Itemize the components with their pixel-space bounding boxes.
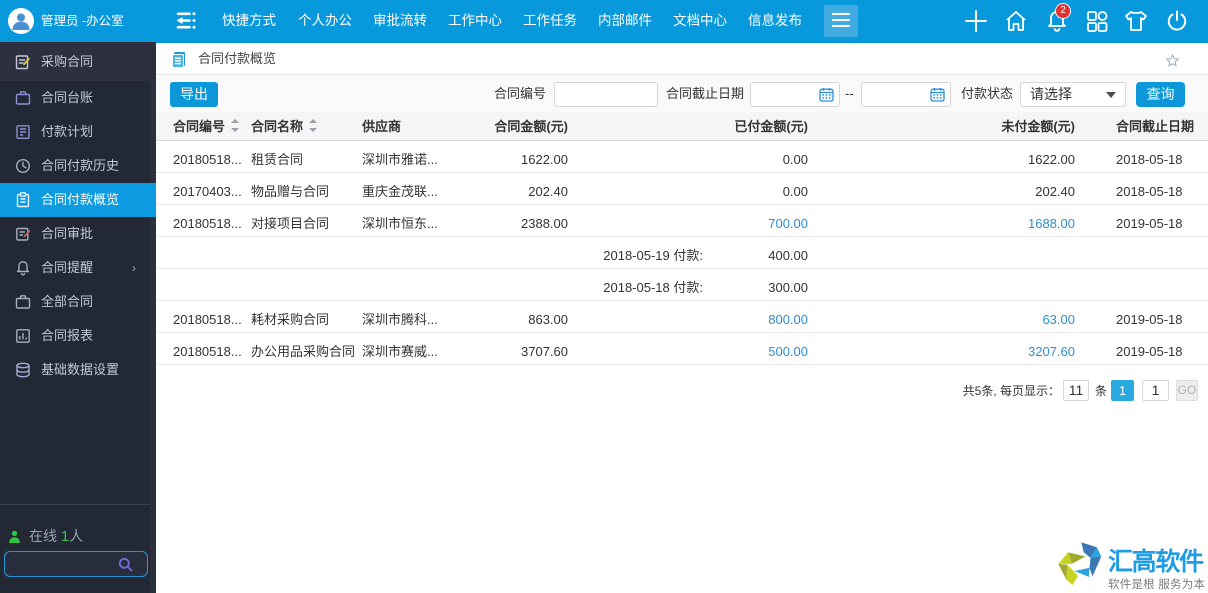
svg-text:汇高软件: 汇高软件 [1108,547,1204,576]
svg-text:软件是根 服务为本: 软件是根 服务为本 [1108,577,1205,591]
